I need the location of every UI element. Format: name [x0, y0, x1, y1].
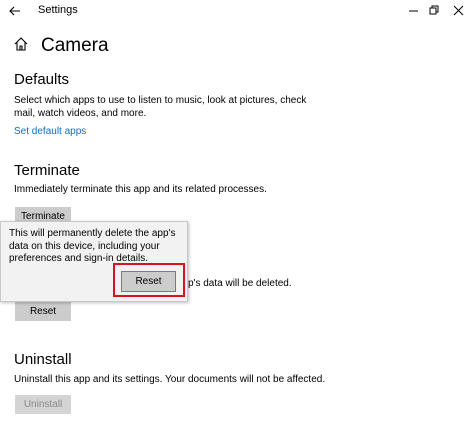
- minimize-icon[interactable]: [405, 2, 423, 20]
- set-default-apps-link[interactable]: Set default apps: [14, 126, 86, 137]
- confirm-reset-button[interactable]: Reset: [121, 271, 176, 292]
- close-icon[interactable]: [450, 2, 468, 20]
- title-bar: Settings: [0, 0, 474, 22]
- defaults-description: Select which apps to use to listen to mu…: [14, 95, 307, 119]
- uninstall-button[interactable]: Uninstall: [15, 395, 71, 414]
- home-icon[interactable]: [13, 36, 29, 52]
- flyout-message: This will permanently delete the app's d…: [9, 228, 176, 264]
- uninstall-description: Uninstall this app and its settings. You…: [14, 374, 326, 385]
- page-title: Camera: [41, 35, 109, 56]
- back-arrow-icon[interactable]: [6, 2, 24, 20]
- defaults-heading: Defaults: [14, 71, 70, 88]
- window-title: Settings: [38, 4, 78, 16]
- uninstall-heading: Uninstall: [14, 351, 72, 368]
- reset-button[interactable]: Reset: [15, 302, 71, 321]
- maximize-icon[interactable]: [425, 2, 443, 20]
- terminate-description: Immediately terminate this app and its r…: [14, 184, 267, 195]
- terminate-heading: Terminate: [14, 162, 80, 179]
- reset-description-tail: p's data will be deleted.: [188, 278, 292, 289]
